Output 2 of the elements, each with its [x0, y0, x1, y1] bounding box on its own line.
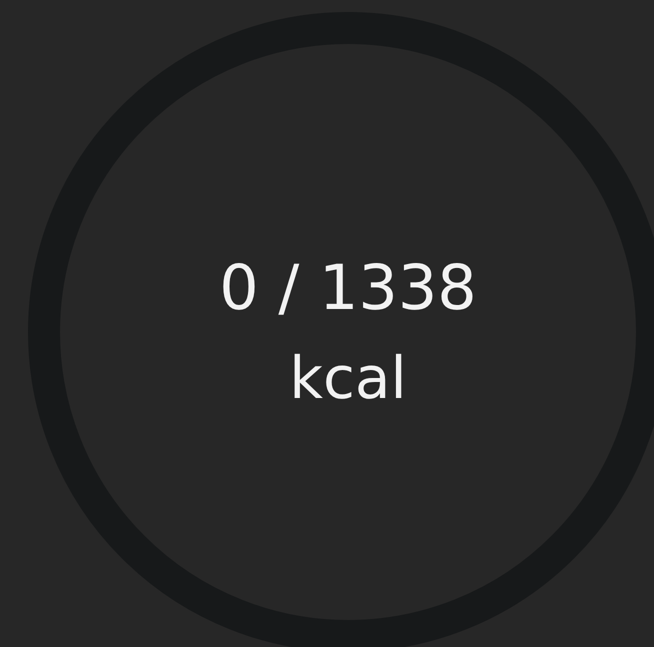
calorie-unit: kcal — [289, 349, 407, 407]
calorie-count: 0 / 1338 — [219, 257, 477, 319]
